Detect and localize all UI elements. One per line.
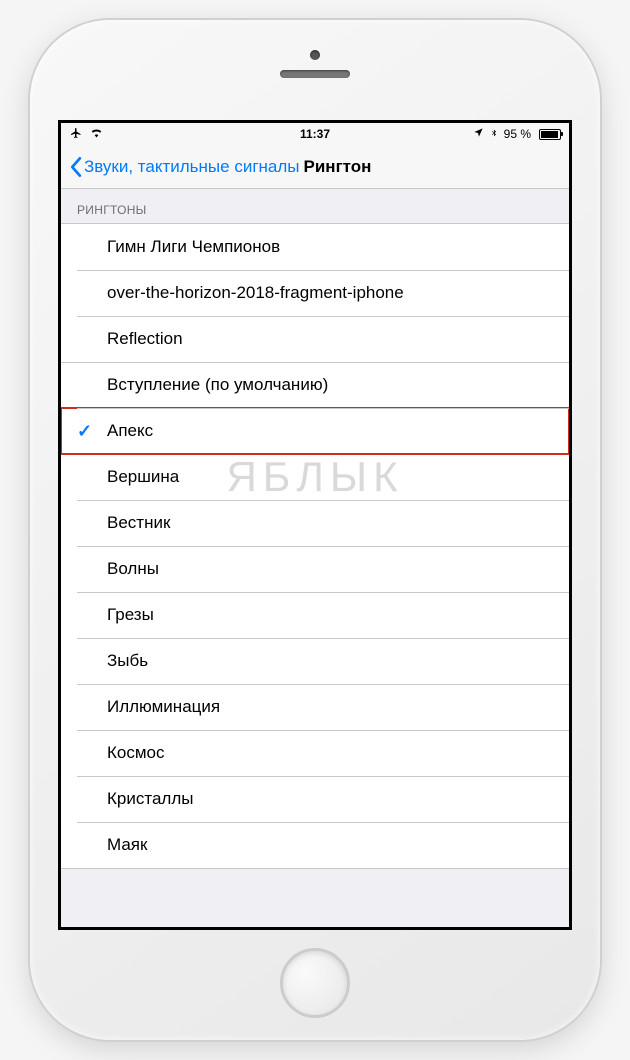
home-button[interactable] xyxy=(280,948,350,1018)
battery-icon xyxy=(537,129,561,140)
ringtone-label: Маяк xyxy=(107,835,147,855)
location-icon xyxy=(473,127,484,141)
ringtone-cell[interactable]: Вершина xyxy=(61,454,569,500)
status-bar: 11:37 95 % xyxy=(61,123,569,145)
ringtone-cell[interactable]: Космос xyxy=(61,730,569,776)
ringtone-label: Грезы xyxy=(107,605,154,625)
section-header-ringtones: РИНГТОНЫ xyxy=(61,189,569,223)
ringtone-cell[interactable]: Гимн Лиги Чемпионов xyxy=(61,224,569,270)
page-title: Рингтон xyxy=(304,157,372,177)
ringtone-label: Вершина xyxy=(107,467,179,487)
ringtone-label: Кристаллы xyxy=(107,789,193,809)
status-time: 11:37 xyxy=(300,127,330,141)
ringtone-label: Гимн Лиги Чемпионов xyxy=(107,237,280,257)
battery-percent: 95 % xyxy=(504,127,531,141)
ringtone-cell[interactable]: Вестник xyxy=(61,500,569,546)
back-button[interactable]: Звуки, тактильные сигналы xyxy=(69,156,300,178)
wifi-icon xyxy=(89,127,104,142)
ringtone-cell[interactable]: ✓ Апекс xyxy=(61,408,569,454)
ringtone-cell[interactable]: Кристаллы xyxy=(61,776,569,822)
ringtone-label: over-the-horizon-2018-fragment-iphone xyxy=(107,283,404,303)
ringtone-cell[interactable]: Вступление (по умолчанию) xyxy=(61,362,569,408)
ringtone-cell[interactable]: Маяк xyxy=(61,822,569,868)
ringtone-cell[interactable]: over-the-horizon-2018-fragment-iphone xyxy=(61,270,569,316)
ringtone-label: Волны xyxy=(107,559,159,579)
ringtone-label: Вступление (по умолчанию) xyxy=(107,375,328,395)
ringtone-label: Апекс xyxy=(107,421,153,441)
bluetooth-icon xyxy=(490,127,498,142)
ringtone-label: Reflection xyxy=(107,329,183,349)
ringtone-label: Иллюминация xyxy=(107,697,220,717)
back-label: Звуки, тактильные сигналы xyxy=(84,157,300,177)
airplane-mode-icon xyxy=(69,127,83,142)
ringtone-cell[interactable]: Иллюминация xyxy=(61,684,569,730)
ringtone-label: Зыбь xyxy=(107,651,148,671)
chevron-left-icon xyxy=(69,156,82,178)
ringtone-label: Космос xyxy=(107,743,165,763)
ringtone-cell[interactable]: Зыбь xyxy=(61,638,569,684)
navigation-bar: Звуки, тактильные сигналы Рингтон xyxy=(61,145,569,189)
ringtone-cell[interactable]: Reflection xyxy=(61,316,569,362)
ringtone-label: Вестник xyxy=(107,513,170,533)
screen: 11:37 95 % Звуки, тактильные сигналы xyxy=(58,120,572,930)
phone-frame: 11:37 95 % Звуки, тактильные сигналы xyxy=(30,20,600,1040)
ringtone-list: Гимн Лиги Чемпионов over-the-horizon-2018… xyxy=(61,223,569,869)
ringtone-cell[interactable]: Грезы xyxy=(61,592,569,638)
front-camera xyxy=(310,50,320,60)
checkmark-icon: ✓ xyxy=(77,421,92,442)
ringtone-cell[interactable]: Волны xyxy=(61,546,569,592)
earpiece-speaker xyxy=(280,70,350,78)
